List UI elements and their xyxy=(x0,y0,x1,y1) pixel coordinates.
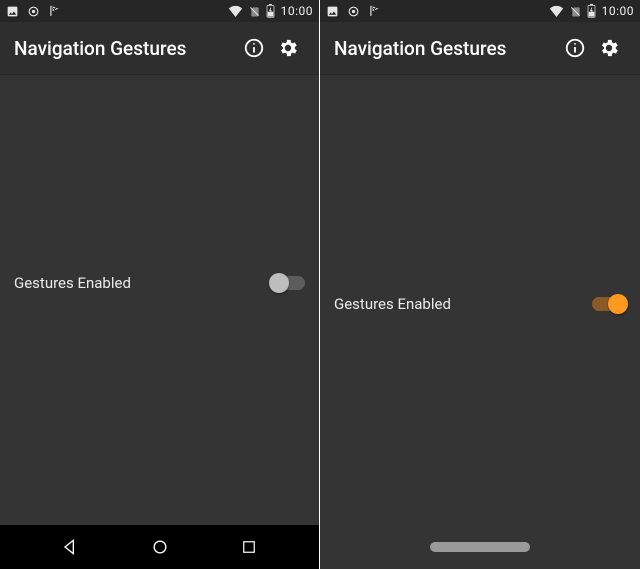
navigation-bar xyxy=(0,525,319,569)
info-button[interactable] xyxy=(237,31,271,65)
content-area: Gestures Enabled xyxy=(320,74,640,525)
toggle-thumb xyxy=(269,273,289,293)
status-bar: 10:00 xyxy=(0,0,319,22)
gestures-enabled-toggle[interactable] xyxy=(592,294,626,314)
gesture-pill[interactable] xyxy=(430,542,530,552)
wifi-icon xyxy=(228,5,243,17)
home-icon xyxy=(150,537,170,557)
battery-icon xyxy=(266,4,275,18)
no-sim-icon xyxy=(570,5,581,18)
gestures-enabled-toggle[interactable] xyxy=(271,273,305,293)
battery-icon xyxy=(587,4,596,18)
gestures-enabled-label: Gestures Enabled xyxy=(334,295,592,313)
gestures-enabled-row[interactable]: Gestures Enabled xyxy=(0,259,319,307)
check-flag-icon xyxy=(368,4,382,18)
app-title: Navigation Gestures xyxy=(14,37,186,60)
gestures-enabled-row[interactable]: Gestures Enabled xyxy=(320,280,640,328)
recents-button[interactable] xyxy=(229,527,269,567)
recents-icon xyxy=(240,538,258,556)
settings-button[interactable] xyxy=(592,31,626,65)
no-sim-icon xyxy=(249,5,260,18)
gear-icon xyxy=(277,37,299,59)
status-bar: 10:00 xyxy=(320,0,640,22)
status-clock: 10:00 xyxy=(602,4,634,18)
phone-right: 10:00 Navigation Gestures Gestures Enabl… xyxy=(320,0,640,569)
gesture-navigation-bar xyxy=(320,525,640,569)
app-bar: Navigation Gestures xyxy=(320,22,640,74)
image-icon xyxy=(326,5,339,18)
content-area: Gestures Enabled xyxy=(0,74,319,525)
gestures-enabled-label: Gestures Enabled xyxy=(14,274,271,292)
settings-button[interactable] xyxy=(271,31,305,65)
info-button[interactable] xyxy=(558,31,592,65)
status-clock: 10:00 xyxy=(281,4,313,18)
info-icon xyxy=(243,37,265,59)
wifi-icon xyxy=(549,5,564,17)
target-icon xyxy=(347,5,360,18)
image-icon xyxy=(6,5,19,18)
check-flag-icon xyxy=(48,4,62,18)
toggle-thumb xyxy=(608,294,628,314)
app-bar: Navigation Gestures xyxy=(0,22,319,74)
target-icon xyxy=(27,5,40,18)
home-button[interactable] xyxy=(140,527,180,567)
back-icon xyxy=(60,537,80,557)
info-icon xyxy=(564,37,586,59)
phone-left: 10:00 Navigation Gestures Gestures Enabl… xyxy=(0,0,320,569)
gear-icon xyxy=(598,37,620,59)
back-button[interactable] xyxy=(50,527,90,567)
app-title: Navigation Gestures xyxy=(334,37,506,60)
